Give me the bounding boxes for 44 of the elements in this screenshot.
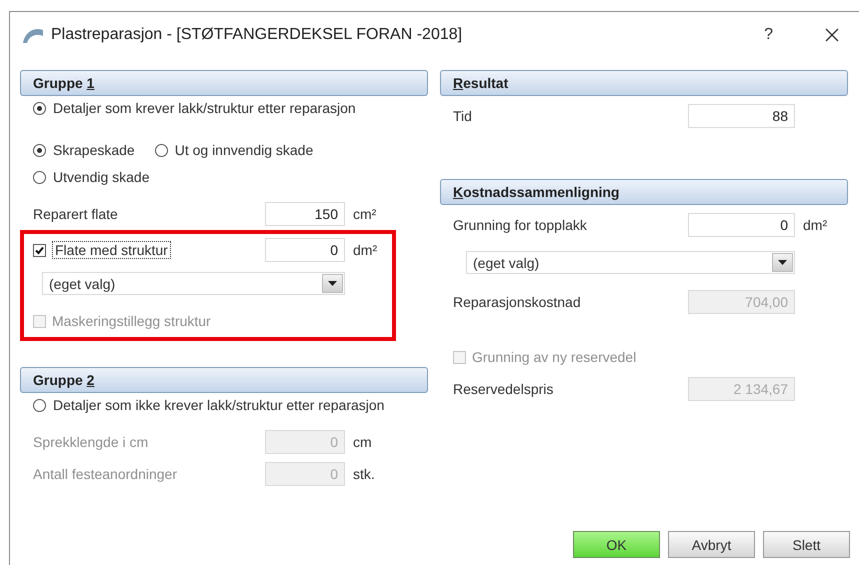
ok-button[interactable]: OK	[573, 531, 660, 558]
input-field[interactable]: 0	[265, 238, 345, 262]
checkbox-label: Flate med struktur	[52, 241, 171, 259]
radio-label: Detaljer som krever lakk/struktur etter reparasjon	[53, 100, 356, 116]
section-heading: Resultat	[440, 70, 848, 96]
unit-label: dm²	[803, 217, 828, 233]
radio-button[interactable]	[33, 398, 46, 412]
radio-label: Ut og innvendig skade	[174, 142, 314, 158]
caret-icon	[328, 281, 337, 286]
radio-button[interactable]	[33, 102, 46, 114]
help-button[interactable]: ?	[764, 26, 773, 44]
caret-icon	[778, 260, 787, 265]
section-heading: Kostnadssammenligning	[440, 179, 848, 205]
close-button[interactable]	[825, 28, 839, 42]
radio-label: Utvendig skade	[53, 169, 150, 185]
checkbox-label: Maskeringstillegg struktur	[52, 313, 211, 329]
unit-label: cm	[353, 434, 372, 450]
radio-label: Skrapeskade	[53, 142, 135, 158]
dialog-button[interactable]: Slett	[763, 531, 850, 558]
dialog-button[interactable]: Avbryt	[668, 531, 755, 558]
unit-label: dm²	[353, 242, 378, 258]
unit-label: cm²	[353, 206, 376, 222]
dropdown[interactable]: (eget valg)	[42, 272, 345, 295]
field-label: Tid	[453, 108, 473, 124]
field-label: Reparasjonskostnad	[453, 294, 582, 310]
checkbox-label: Grunning av ny reservedel	[472, 349, 636, 365]
input-field[interactable]: 0	[688, 213, 795, 237]
unit-label: stk.	[353, 466, 375, 482]
section-heading: Gruppe 1	[20, 70, 428, 96]
radio-label: Detaljer som ikke krever lakk/struktur etter reparasjon	[53, 397, 384, 413]
section-heading: Gruppe 2	[20, 367, 428, 393]
field-label: Sprekklengde i cm	[33, 434, 150, 450]
radio-button[interactable]	[33, 144, 46, 156]
radio-button[interactable]	[33, 170, 46, 184]
field-label: Reservedelspris	[453, 381, 554, 397]
field-label: Antall festeanordninger	[33, 466, 178, 482]
dropdown[interactable]: (eget valg)	[466, 251, 795, 274]
field-label: Reparert flate	[33, 206, 119, 222]
radio-button[interactable]	[154, 144, 168, 156]
checkbox[interactable]	[33, 244, 46, 256]
window-title: Plastreparasjon - [STØTFANGERDEKSEL FORAN -2018]	[51, 26, 464, 44]
input-field[interactable]: 88	[688, 104, 795, 128]
field-label: Grunning for topplakk	[453, 217, 588, 233]
input-field[interactable]: 150	[265, 202, 345, 226]
